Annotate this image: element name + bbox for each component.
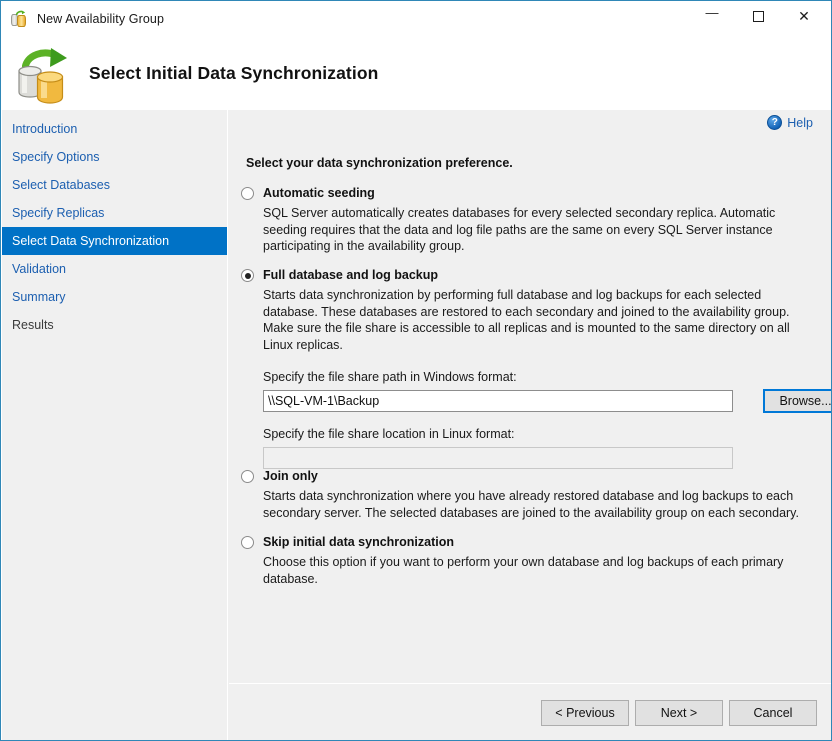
option-join-only: Join only Starts data synchronization wh… bbox=[241, 469, 811, 521]
sidebar-item-specify-replicas[interactable]: Specify Replicas bbox=[2, 199, 227, 227]
dialog-footer: < Previous Next > Cancel bbox=[229, 683, 831, 741]
option-label: Skip initial data synchronization bbox=[263, 535, 454, 550]
windows-path-input[interactable]: \\SQL-VM-1\Backup bbox=[263, 390, 733, 412]
close-icon: ✕ bbox=[798, 9, 810, 23]
sidebar-item-label: Specify Replicas bbox=[12, 206, 104, 220]
instruction-text: Select your data synchronization prefere… bbox=[246, 156, 513, 170]
sidebar-item-specify-options[interactable]: Specify Options bbox=[2, 143, 227, 171]
dialog-body: Introduction Specify Options Select Data… bbox=[2, 110, 831, 740]
option-label: Join only bbox=[263, 469, 318, 484]
cancel-button[interactable]: Cancel bbox=[729, 700, 817, 726]
sidebar-item-label: Summary bbox=[12, 290, 65, 304]
database-sync-icon bbox=[12, 45, 74, 103]
sync-arrow-icon bbox=[16, 10, 26, 16]
option-label: Full database and log backup bbox=[263, 268, 438, 283]
close-button[interactable]: ✕ bbox=[781, 1, 827, 31]
page-title: Select Initial Data Synchronization bbox=[89, 63, 378, 84]
sidebar-item-summary[interactable]: Summary bbox=[2, 283, 227, 311]
option-automatic-seeding: Automatic seeding SQL Server automatical… bbox=[241, 186, 811, 255]
main-pane: ? Help Select your data synchronization … bbox=[229, 110, 831, 740]
new-availability-group-dialog: New Availability Group — ✕ bbox=[0, 0, 832, 741]
sidebar-item-label: Validation bbox=[12, 262, 66, 276]
wizard-steps-sidebar: Introduction Specify Options Select Data… bbox=[2, 110, 228, 740]
sidebar-item-results: Results bbox=[2, 311, 227, 339]
radio-full-database-and-log-backup[interactable] bbox=[241, 269, 254, 282]
help-label: Help bbox=[787, 116, 813, 130]
database-pair-icon bbox=[10, 10, 28, 28]
radio-automatic-seeding[interactable] bbox=[241, 187, 254, 200]
linux-path-label: Specify the file share location in Linux… bbox=[263, 427, 811, 441]
sidebar-item-select-databases[interactable]: Select Databases bbox=[2, 171, 227, 199]
help-icon: ? bbox=[767, 115, 782, 130]
sidebar-item-label: Results bbox=[12, 318, 54, 332]
option-description: Starts data synchronization where you ha… bbox=[263, 488, 811, 521]
option-description: Choose this option if you want to perfor… bbox=[263, 554, 811, 587]
previous-button[interactable]: < Previous bbox=[541, 700, 629, 726]
sidebar-item-label: Specify Options bbox=[12, 150, 100, 164]
minimize-button[interactable]: — bbox=[689, 1, 735, 31]
option-description: SQL Server automatically creates databas… bbox=[263, 205, 811, 255]
sidebar-item-validation[interactable]: Validation bbox=[2, 255, 227, 283]
sidebar-item-label: Introduction bbox=[12, 122, 77, 136]
window-title: New Availability Group bbox=[37, 12, 164, 26]
option-skip-initial-data-synchronization: Skip initial data synchronization Choose… bbox=[241, 535, 811, 587]
radio-join-only[interactable] bbox=[241, 470, 254, 483]
sidebar-item-select-data-synchronization[interactable]: Select Data Synchronization bbox=[2, 227, 227, 255]
content-area: ? Help Select your data synchronization … bbox=[229, 110, 831, 683]
option-description: Starts data synchronization by performin… bbox=[263, 287, 811, 353]
title-bar: New Availability Group — ✕ bbox=[1, 1, 831, 37]
sidebar-item-label: Select Databases bbox=[12, 178, 110, 192]
radio-skip-initial-data-synchronization[interactable] bbox=[241, 536, 254, 549]
option-full-database-and-log-backup: Full database and log backup Starts data… bbox=[241, 268, 811, 469]
linux-path-input[interactable] bbox=[263, 447, 733, 469]
minimize-icon: — bbox=[706, 6, 719, 19]
sidebar-item-introduction[interactable]: Introduction bbox=[2, 115, 227, 143]
option-label: Automatic seeding bbox=[263, 186, 375, 201]
database-cylinder-gold bbox=[36, 70, 64, 104]
page-header: Select Initial Data Synchronization bbox=[2, 37, 831, 110]
browse-button[interactable]: Browse... bbox=[763, 389, 831, 413]
maximize-icon bbox=[753, 11, 764, 22]
windows-path-label: Specify the file share path in Windows f… bbox=[263, 370, 811, 384]
maximize-button[interactable] bbox=[735, 1, 781, 31]
sidebar-item-label: Select Data Synchronization bbox=[12, 234, 169, 248]
help-link[interactable]: ? Help bbox=[767, 115, 813, 130]
next-button[interactable]: Next > bbox=[635, 700, 723, 726]
